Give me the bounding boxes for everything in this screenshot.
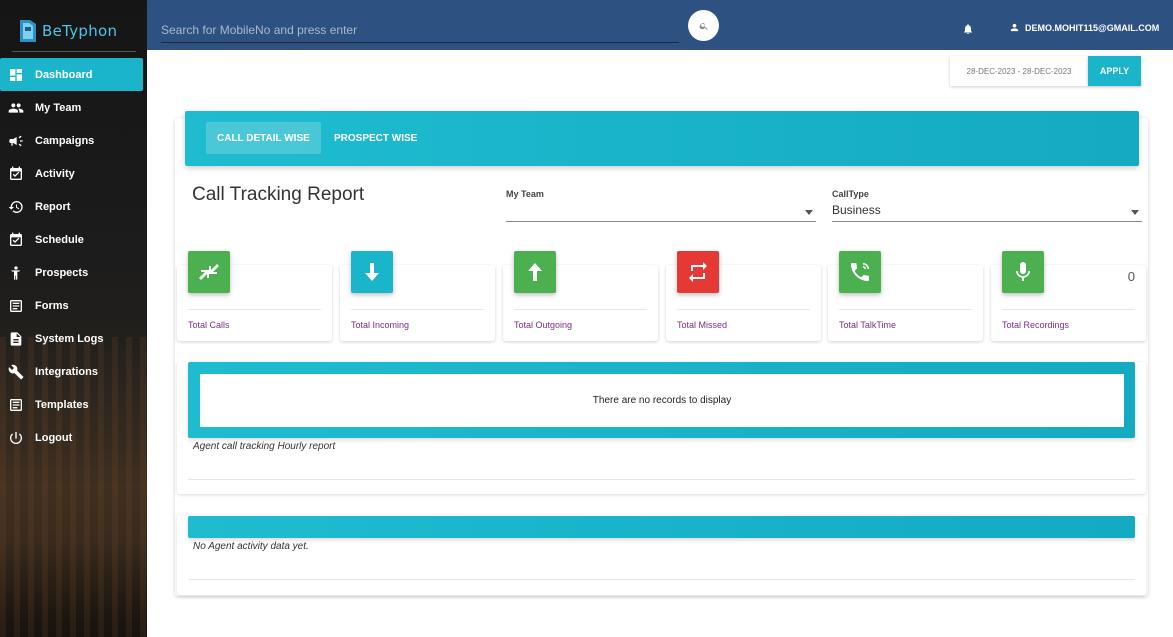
sidebar-item-prospects[interactable]: Prospects — [0, 256, 143, 289]
user-menu[interactable]: DEMO.MOHIT115@GMAIL.COM — [1009, 22, 1159, 33]
repeat-icon — [677, 251, 719, 293]
tab-prospect-wise[interactable]: PROSPECT WISE — [323, 122, 428, 154]
divider — [351, 309, 484, 310]
page-title: Call Tracking Report — [192, 184, 365, 205]
stat-total-outgoing: Total Outgoing — [503, 251, 658, 341]
topbar: DEMO.MOHIT115@GMAIL.COM — [147, 0, 1173, 50]
date-range-picker[interactable]: 28-DEC-2023 - 28-DEC-2023 — [950, 56, 1088, 86]
history-icon — [7, 198, 24, 215]
sidebar-item-my-team[interactable]: My Team — [0, 91, 143, 124]
stat-label: Total Calls — [188, 320, 230, 330]
sidebar-item-schedule[interactable]: Schedule — [0, 223, 143, 256]
calltype-select-value: Business — [832, 203, 881, 217]
divider — [188, 479, 1135, 480]
form-icon — [7, 297, 24, 314]
wrench-icon — [7, 363, 24, 380]
agent-activity-caption: No Agent activity data yet. — [193, 541, 309, 552]
dashboard-icon — [7, 66, 24, 83]
stat-total-talktime: Total TalkTime — [828, 251, 983, 341]
person-icon — [7, 264, 24, 281]
megaphone-icon — [7, 132, 24, 149]
divider — [839, 309, 972, 310]
stat-label: Total Recordings — [1002, 320, 1070, 330]
sidebar-item-label: Activity — [35, 167, 75, 180]
sidebar-item-label: Dashboard — [35, 68, 93, 81]
sidebar-item-label: My Team — [35, 101, 82, 114]
sidebar-item-dashboard[interactable]: Dashboard — [0, 58, 143, 91]
arrow-down-icon — [351, 251, 393, 293]
mobile-search-input[interactable] — [161, 17, 679, 43]
stat-label: Total TalkTime — [839, 320, 897, 330]
arrow-up-icon — [514, 251, 556, 293]
sidebar: BeTyphon Dashboard My Team Campaigns Act… — [0, 0, 147, 637]
apply-button[interactable]: APPLY — [1088, 56, 1141, 86]
document-icon — [7, 330, 24, 347]
sidebar-item-report[interactable]: Report — [0, 190, 143, 223]
chevron-down-icon — [1131, 210, 1139, 215]
stat-value: 0 — [1127, 269, 1135, 284]
stat-total-missed: Total Missed — [666, 251, 821, 341]
stat-label: Total Outgoing — [514, 320, 573, 330]
team-select[interactable] — [506, 200, 816, 222]
sidebar-item-integrations[interactable]: Integrations — [0, 355, 143, 388]
power-icon — [7, 429, 24, 446]
sidebar-item-label: System Logs — [35, 332, 104, 345]
sidebar-item-campaigns[interactable]: Campaigns — [0, 124, 143, 157]
stat-total-calls: Total Calls — [177, 251, 332, 341]
agent-activity-header — [188, 516, 1135, 538]
divider — [188, 579, 1135, 580]
sidebar-item-label: Logout — [35, 431, 73, 444]
sidebar-nav: Dashboard My Team Campaigns Activity Rep… — [0, 58, 147, 454]
sidebar-item-system-logs[interactable]: System Logs — [0, 322, 143, 355]
calltype-select[interactable]: Business — [832, 200, 1142, 222]
stat-label: Total Missed — [677, 320, 728, 330]
microphone-icon — [1002, 251, 1044, 293]
team-icon — [7, 99, 24, 116]
divider — [1002, 309, 1135, 310]
sidebar-item-label: Campaigns — [35, 134, 95, 147]
sidebar-item-forms[interactable]: Forms — [0, 289, 143, 322]
template-icon — [7, 396, 24, 413]
sidebar-item-label: Forms — [35, 299, 69, 312]
user-email: DEMO.MOHIT115@GMAIL.COM — [1025, 22, 1160, 33]
hourly-report-caption: Agent call tracking Hourly report — [193, 441, 336, 452]
divider — [677, 309, 810, 310]
calendar-check-icon — [7, 231, 24, 248]
divider — [514, 309, 647, 310]
sidebar-item-label: Integrations — [35, 365, 98, 378]
logo-mark-icon — [17, 18, 39, 44]
sidebar-item-label: Schedule — [35, 233, 84, 246]
sidebar-item-label: Prospects — [35, 266, 89, 279]
tab-call-detail-wise[interactable]: CALL DETAIL WISE — [206, 122, 321, 154]
divider — [188, 309, 321, 310]
sidebar-item-templates[interactable]: Templates — [0, 388, 143, 421]
calltype-filter-label: CallType — [832, 189, 869, 199]
brand-logo[interactable]: BeTyphon — [17, 17, 117, 45]
user-icon — [1010, 23, 1019, 32]
stat-total-recordings: 0 Total Recordings — [991, 251, 1146, 341]
notification-bell-icon[interactable] — [962, 22, 974, 34]
tab-bar: CALL DETAIL WISE PROSPECT WISE — [185, 111, 1139, 166]
stat-label: Total Incoming — [351, 320, 410, 330]
logo-divider — [12, 51, 136, 52]
phone-ringing-icon — [839, 251, 881, 293]
brand-name: BeTyphon — [42, 22, 118, 40]
arrows-in-icon — [188, 251, 230, 293]
team-filter-label: My Team — [506, 189, 544, 199]
sidebar-item-label: Templates — [35, 398, 89, 411]
sidebar-item-label: Report — [35, 200, 71, 213]
search-button[interactable] — [688, 10, 719, 41]
chevron-down-icon — [805, 210, 813, 215]
empty-state-message: There are no records to display — [200, 374, 1124, 427]
sidebar-item-activity[interactable]: Activity — [0, 157, 143, 190]
calendar-check-icon — [7, 165, 24, 182]
stat-total-incoming: Total Incoming — [340, 251, 495, 341]
search-icon — [699, 22, 708, 30]
sidebar-item-logout[interactable]: Logout — [0, 421, 143, 454]
